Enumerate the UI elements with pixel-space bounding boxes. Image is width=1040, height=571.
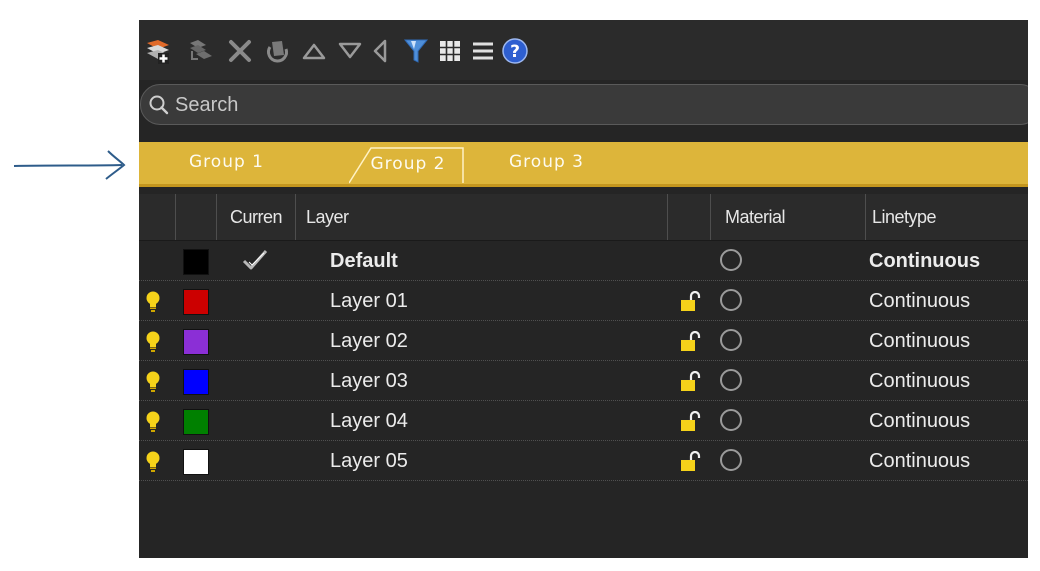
material-circle-icon[interactable]	[720, 329, 742, 351]
unlocked-padlock-icon[interactable]	[680, 411, 702, 433]
column-divider[interactable]	[667, 194, 668, 240]
material-circle-icon[interactable]	[720, 449, 742, 471]
lightbulb-icon[interactable]	[145, 371, 161, 393]
material-circle-icon[interactable]	[720, 289, 742, 311]
layer-name[interactable]: Layer 02	[330, 321, 408, 361]
color-swatch[interactable]	[183, 409, 209, 435]
move-up-icon[interactable]	[299, 36, 329, 66]
filter-icon[interactable]	[401, 36, 431, 66]
layer-name[interactable]: Layer 01	[330, 281, 408, 321]
menu-icon[interactable]	[468, 36, 498, 66]
layer-name[interactable]: Layer 03	[330, 361, 408, 401]
current-checkmark-icon	[242, 250, 268, 270]
table-row[interactable]: Layer 01 Continuous	[139, 281, 1028, 321]
material-circle-icon[interactable]	[720, 249, 742, 271]
table-row[interactable]: Default Continuous	[139, 241, 1028, 281]
unlocked-padlock-icon[interactable]	[680, 291, 702, 313]
lightbulb-icon[interactable]	[145, 451, 161, 473]
color-swatch[interactable]	[183, 249, 209, 275]
column-divider[interactable]	[216, 194, 217, 240]
svg-text:?: ?	[510, 42, 520, 62]
linetype-value[interactable]: Continuous	[869, 361, 970, 401]
material-circle-icon[interactable]	[720, 409, 742, 431]
unlocked-padlock-icon[interactable]	[680, 451, 702, 473]
tab-bar-divider	[139, 184, 1028, 187]
linetype-value[interactable]: Continuous	[869, 241, 980, 281]
search-bar[interactable]	[140, 84, 1028, 125]
table-row[interactable]: Layer 03 Continuous	[139, 361, 1028, 401]
table-row[interactable]: Layer 05 Continuous	[139, 441, 1028, 481]
unlocked-padlock-icon[interactable]	[680, 331, 702, 353]
lightbulb-icon[interactable]	[145, 291, 161, 313]
column-divider[interactable]	[710, 194, 711, 240]
collapse-icon[interactable]	[365, 36, 395, 66]
table-row[interactable]: Layer 02 Continuous	[139, 321, 1028, 361]
color-swatch[interactable]	[183, 329, 209, 355]
color-swatch[interactable]	[183, 369, 209, 395]
help-icon[interactable]: ?	[500, 36, 530, 66]
table-header: Curren Layer Material Linetype	[139, 194, 1028, 241]
move-down-icon[interactable]	[335, 36, 365, 66]
layer-name[interactable]: Layer 05	[330, 441, 408, 481]
group-tab-bar: Group 1 Group 2 Group 3	[139, 142, 1028, 184]
column-header-current[interactable]: Curren	[230, 194, 283, 240]
material-circle-icon[interactable]	[720, 369, 742, 391]
layer-name[interactable]: Default	[330, 241, 398, 281]
unlocked-padlock-icon[interactable]	[680, 371, 702, 393]
linetype-value[interactable]: Continuous	[869, 401, 970, 441]
tab-group-1[interactable]: Group 1	[189, 142, 264, 182]
column-header-layer[interactable]: Layer	[306, 194, 349, 240]
color-swatch[interactable]	[183, 449, 209, 475]
layer-manager-panel: ? Group 1 Group 2 Group 3 Curren Layer M…	[139, 20, 1028, 558]
column-header-linetype[interactable]: Linetype	[872, 194, 937, 240]
purge-icon[interactable]	[263, 36, 293, 66]
column-divider[interactable]	[295, 194, 296, 240]
linetype-value[interactable]: Continuous	[869, 321, 970, 361]
tab-group-2[interactable]: Group 2	[354, 147, 462, 182]
lightbulb-icon[interactable]	[145, 331, 161, 353]
linetype-value[interactable]: Continuous	[869, 441, 970, 481]
linetype-value[interactable]: Continuous	[869, 281, 970, 321]
column-divider[interactable]	[865, 194, 866, 240]
search-input[interactable]	[175, 91, 675, 119]
table-row[interactable]: Layer 04 Continuous	[139, 401, 1028, 441]
search-icon	[149, 95, 169, 115]
lightbulb-icon[interactable]	[145, 411, 161, 433]
new-sublayer-icon[interactable]	[185, 36, 215, 66]
color-swatch[interactable]	[183, 289, 209, 315]
layer-name[interactable]: Layer 04	[330, 401, 408, 441]
column-header-material[interactable]: Material	[725, 194, 786, 240]
annotation-arrow-icon	[13, 150, 126, 180]
grid-icon[interactable]	[435, 36, 465, 66]
tab-group-3[interactable]: Group 3	[509, 142, 584, 182]
toolbar: ?	[139, 20, 1028, 80]
new-layer-icon[interactable]	[143, 36, 173, 66]
delete-icon[interactable]	[225, 36, 255, 66]
column-divider[interactable]	[175, 194, 176, 240]
